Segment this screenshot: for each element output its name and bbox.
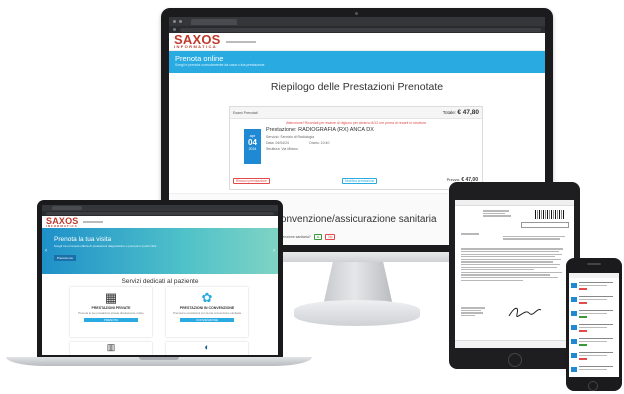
- list-item[interactable]: [571, 350, 617, 361]
- list-item[interactable]: [571, 336, 617, 347]
- monitor-camera: [355, 12, 358, 15]
- laptop-notch: [139, 357, 179, 360]
- service-card-convention[interactable]: ✿ PRESTAZIONI IN CONVENZIONE Prenota le …: [166, 287, 248, 337]
- document-title-box: [521, 222, 569, 228]
- fasting-notice: Attenzione! Ricordati per esame di digiu…: [286, 121, 426, 125]
- carousel-prev-icon[interactable]: ‹: [45, 248, 47, 254]
- nav-links[interactable]: [225, 40, 256, 43]
- back-icon[interactable]: [173, 28, 176, 31]
- convention-button[interactable]: CONVENZIONE: [180, 318, 234, 322]
- browser-tab[interactable]: [52, 206, 82, 210]
- laptop-screen: SAXOS INFORMATICA Prenota la tua visita …: [42, 205, 278, 355]
- service-card-private[interactable]: ▦ PRESTAZIONI PRIVATE Prenota le tue pre…: [70, 287, 152, 337]
- card-total: Totale: € 47,80: [442, 109, 479, 116]
- prestazione: Prestazione: RADIOGRAFIA (RX) ANCA DX: [266, 127, 374, 133]
- date-badge-icon: [571, 311, 577, 316]
- barcode-icon: [535, 210, 565, 219]
- window-control-icon[interactable]: [173, 20, 176, 23]
- date-badge-icon: [571, 283, 577, 288]
- tablet-screen: [455, 200, 574, 348]
- page-title: Riepilogo delle Prestazioni Prenotate: [270, 81, 444, 93]
- phone-speaker: [587, 263, 601, 265]
- list-item[interactable]: [571, 280, 617, 291]
- no-button[interactable]: No: [325, 234, 336, 240]
- document-header-text: [483, 209, 513, 218]
- people-icon: ✿: [201, 290, 213, 305]
- insurance-heading: na convenzione/assicurazione sanitaria: [262, 214, 437, 225]
- date-badge-icon: [571, 325, 577, 330]
- hero-title: Prenota la tua visita: [54, 236, 112, 243]
- list-item[interactable]: [571, 364, 617, 375]
- service-card-3[interactable]: ▥: [70, 342, 152, 355]
- date-badge-icon: [571, 297, 577, 302]
- list-item[interactable]: [571, 294, 617, 305]
- nav-links[interactable]: [82, 221, 103, 223]
- tablet-home-button[interactable]: [508, 353, 522, 367]
- card-total-value: € 47,80: [457, 109, 479, 116]
- phone-screen: [569, 273, 619, 377]
- document-footer-text: [461, 306, 491, 318]
- url-input[interactable]: [180, 27, 541, 32]
- date-badge-icon: [571, 339, 577, 344]
- booking-details: Prestazione: RADIOGRAFIA (RX) ANCA DX Se…: [266, 127, 466, 151]
- services-title: Servizi dedicati al paziente: [121, 278, 199, 285]
- yes-button[interactable]: sì: [313, 234, 323, 240]
- hero-text: Scegli tra un'ampia offerta di prestazio…: [54, 244, 158, 248]
- window-control-icon[interactable]: [179, 20, 182, 23]
- carousel-next-icon[interactable]: ›: [273, 248, 275, 254]
- signature-icon: [508, 307, 542, 318]
- viewer-bottom-bar: [455, 340, 574, 348]
- list-item[interactable]: [571, 308, 617, 319]
- hero-banner: Prenota la tua visita Scegli tra un'ampi…: [42, 228, 278, 274]
- date-badge-icon: [571, 367, 577, 372]
- modify-booking-button[interactable]: Modifica prestazione: [342, 178, 378, 184]
- page-banner: Prenota online Scegli e prenota comodame…: [169, 51, 545, 73]
- banner-subtitle: Scegli e prenota comodamente da casa o t…: [175, 63, 265, 67]
- document-body: [461, 232, 565, 282]
- browser-tab-bar: [169, 17, 545, 26]
- date-calendar-badge: apr 04 2024: [244, 129, 261, 164]
- site-header: SAXOS INFORMATICA: [42, 216, 278, 228]
- banner-title: Prenota online: [175, 54, 224, 63]
- site-header: SAXOS INFORMATICA: [169, 33, 545, 51]
- hero-button[interactable]: Prenota ora: [54, 255, 76, 261]
- booking-card: Esami Prenotati Totale: € 47,80 Attenzio…: [229, 106, 483, 190]
- saxos-logo[interactable]: SAXOS INFORMATICA: [46, 216, 79, 228]
- url-input[interactable]: [46, 212, 274, 215]
- service-card-4[interactable]: ◐: [166, 342, 248, 355]
- viewer-toolbar: [455, 200, 574, 206]
- browser-tab[interactable]: [191, 18, 237, 25]
- browser-address-bar: [169, 26, 545, 33]
- calendar-icon: ▦: [104, 290, 118, 305]
- phone-status-bar: [569, 273, 619, 278]
- monitor-stand-base: [294, 300, 420, 326]
- document-icon: ▥: [106, 342, 116, 352]
- phone-home-button[interactable]: [588, 381, 598, 391]
- saxos-logo[interactable]: SAXOS INFORMATICA: [174, 33, 221, 49]
- globe-icon: ◐: [204, 342, 210, 352]
- private-book-button[interactable]: PRENOTA: [84, 318, 138, 322]
- date-badge-icon: [571, 353, 577, 358]
- card-header-label: Esami Prenotati: [233, 110, 258, 115]
- remove-booking-button[interactable]: Rimuovi prenotazione: [233, 178, 270, 184]
- list-item[interactable]: [571, 322, 617, 333]
